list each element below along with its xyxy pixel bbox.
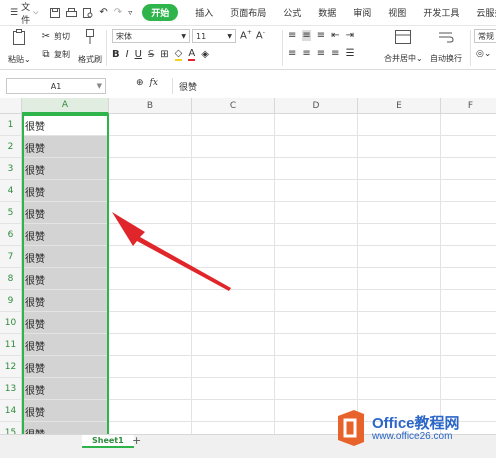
watermark-title: Office教程网 (372, 415, 460, 432)
red-arrow-icon (112, 212, 231, 291)
arrow-annotation (112, 212, 231, 291)
watermark: Office教程网 www.office26.com (334, 408, 460, 451)
watermark-url: www.office26.com (372, 431, 453, 442)
office-logo-icon (334, 408, 368, 451)
